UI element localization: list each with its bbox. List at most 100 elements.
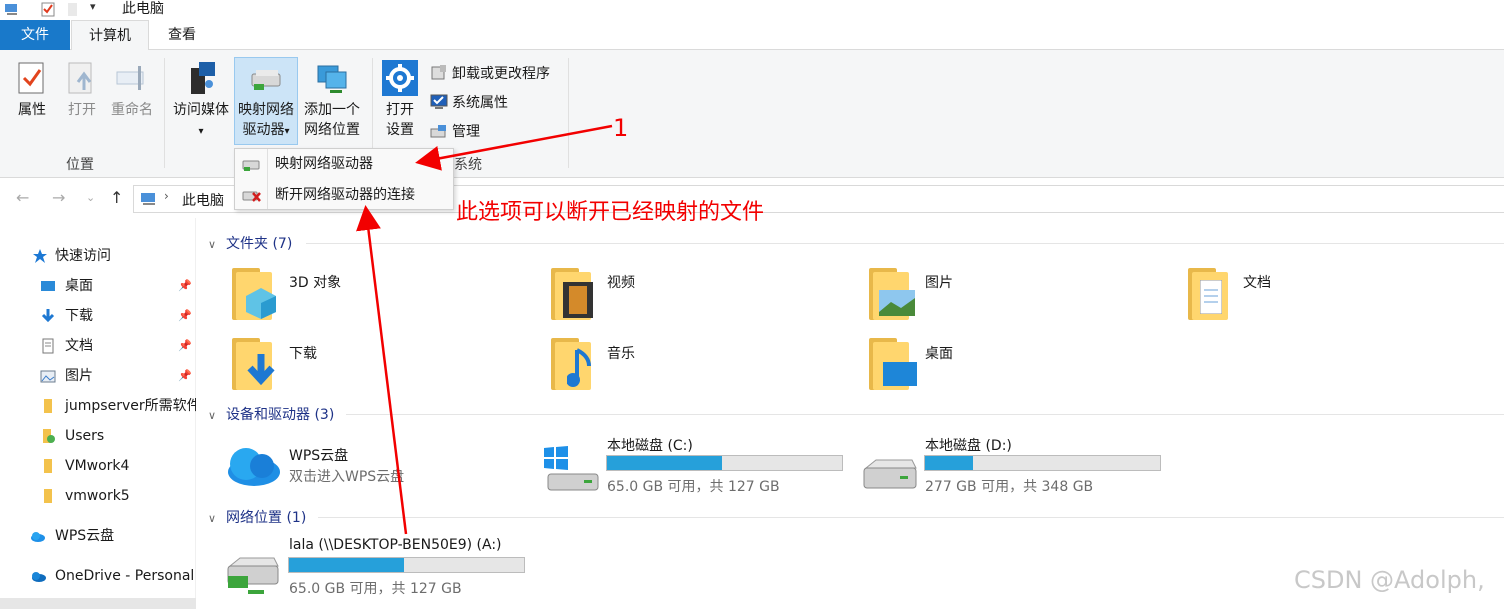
add-location-label-2: 网络位置 <box>304 122 360 138</box>
user-folder-icon <box>43 429 55 443</box>
network-drive-icon <box>251 70 281 90</box>
sidebar-item-onedrive[interactable]: OneDrive - Personal <box>30 565 196 587</box>
rename-button[interactable]: 重命名 <box>106 60 158 120</box>
back-arrow-icon[interactable]: ← <box>16 188 29 207</box>
wps-cloud-icon <box>228 448 280 486</box>
up-arrow-icon[interactable]: ↑ <box>110 188 123 207</box>
properties-check-icon[interactable] <box>40 1 56 17</box>
folder-icon <box>44 399 52 413</box>
folder-label: 3D 对象 <box>289 275 342 291</box>
desktop-icon <box>41 281 55 291</box>
watermark: CSDN @Adolph, <box>1294 566 1485 594</box>
system-properties-icon <box>430 94 448 109</box>
open-button[interactable]: 打开 <box>62 60 102 120</box>
ribbon-divider <box>164 58 165 168</box>
sidebar-item-downloads[interactable]: 下载 📌 <box>40 305 196 327</box>
drive-capacity-text: 65.0 GB 可用，共 127 GB <box>607 479 780 495</box>
computer-icon[interactable] <box>4 1 20 17</box>
open-settings-button[interactable]: 打开 设置 <box>378 60 422 140</box>
map-drive-label-1: 映射网络 <box>238 102 294 118</box>
new-folder-icon[interactable] <box>66 1 82 17</box>
open-settings-label-1: 打开 <box>386 102 414 118</box>
drive-capacity-text: 65.0 GB 可用，共 127 GB <box>289 581 462 597</box>
section-divider <box>318 517 1504 518</box>
system-properties-button[interactable]: 系统属性 <box>430 93 508 113</box>
sidebar-item-label: vmwork5 <box>65 488 130 504</box>
local-drive-icon <box>863 459 917 489</box>
sidebar-item-pictures[interactable]: 图片 📌 <box>40 365 196 387</box>
section-header-label: 设备和驱动器 (3) <box>226 407 335 423</box>
breadcrumb-this-pc[interactable]: 此电脑 <box>182 190 224 210</box>
breadcrumb-chevron-icon[interactable]: › <box>164 189 169 203</box>
add-network-location-button[interactable]: 添加一个 网络位置 <box>300 60 364 140</box>
tab-view[interactable]: 查看 <box>152 20 212 50</box>
manage-label: 管理 <box>452 124 480 140</box>
folder-label: 文档 <box>1243 275 1271 291</box>
section-divider <box>306 243 1504 244</box>
sidebar-item-vmwork4[interactable]: VMwork4 <box>40 455 196 477</box>
drive-usage-bar <box>924 455 1161 471</box>
menu-item-map-drive[interactable]: 映射网络驱动器 <box>235 149 453 179</box>
properties-label: 属性 <box>18 102 46 118</box>
menu-item-disconnect-drive[interactable]: 断开网络驱动器的连接 <box>235 180 453 210</box>
music-folder-icon <box>551 338 591 390</box>
pin-icon[interactable]: 📌 <box>178 365 192 387</box>
quick-access-toolbar-dropdown-icon[interactable]: ▾ <box>90 0 96 13</box>
menu-item-map-drive-label: 映射网络驱动器 <box>275 156 373 172</box>
open-icon <box>68 62 92 94</box>
pin-icon[interactable]: 📌 <box>178 305 192 327</box>
sidebar-item-jumpserver[interactable]: jumpserver所需软件 <box>40 395 196 417</box>
sidebar-item-label: 快速访问 <box>55 248 111 264</box>
network-location-icon <box>317 65 347 93</box>
sidebar-horizontal-scrollbar[interactable] <box>0 598 196 609</box>
recent-locations-chevron-icon[interactable]: ⌄ <box>86 191 95 204</box>
section-header-devices[interactable]: ∨ 设备和驱动器 (3) <box>208 404 334 424</box>
tab-file[interactable]: 文件 <box>0 20 70 50</box>
folder-label: 桌面 <box>925 346 953 362</box>
manage-button[interactable]: 管理 <box>430 122 480 142</box>
collapse-chevron-icon: ∨ <box>208 409 217 422</box>
network-drive-icon <box>242 160 260 171</box>
tab-computer[interactable]: 计算机 <box>71 20 149 51</box>
manage-icon <box>430 125 446 138</box>
collapse-chevron-icon: ∨ <box>208 512 217 525</box>
drive-usage-fill <box>925 456 973 470</box>
device-subtitle: 双击进入WPS云盘 <box>289 469 405 485</box>
folder-label: 图片 <box>925 275 953 291</box>
sidebar-item-quick-access[interactable]: 快速访问 <box>32 245 196 267</box>
annotation-number: 1 <box>613 114 629 142</box>
access-media-dropdown-icon: ▾ <box>198 126 204 137</box>
sidebar-item-documents[interactable]: 文档 📌 <box>40 335 196 357</box>
device-name: WPS云盘 <box>289 448 349 464</box>
properties-button[interactable]: 属性 <box>12 60 52 120</box>
sidebar-item-wps-cloud[interactable]: WPS云盘 <box>30 525 196 547</box>
add-location-label-1: 添加一个 <box>304 102 360 118</box>
sidebar-item-users[interactable]: Users <box>40 425 196 447</box>
sidebar-item-label: WPS云盘 <box>55 528 115 544</box>
sidebar-item-vmwork5[interactable]: vmwork5 <box>40 485 196 507</box>
sidebar-item-desktop[interactable]: 桌面 📌 <box>40 275 196 297</box>
section-header-network[interactable]: ∨ 网络位置 (1) <box>208 507 306 527</box>
disconnect-drive-icon <box>242 191 261 202</box>
access-media-button[interactable]: 访问媒体 ▾ <box>170 60 232 142</box>
ribbon: 属性 打开 重命名 位置 访问媒体 ▾ 映射网络 驱动器▾ 添加一个 网络位置 … <box>0 50 1504 178</box>
folder-label: 下载 <box>289 346 317 362</box>
window-title: 此电脑 <box>122 1 164 17</box>
download-icon <box>41 309 55 323</box>
pin-icon[interactable]: 📌 <box>178 335 192 357</box>
uninstall-program-button[interactable]: 卸载或更改程序 <box>430 64 550 84</box>
location-group-label: 位置 <box>66 157 94 173</box>
folder-icon <box>44 489 52 503</box>
drive-name: 本地磁盘 (C:) <box>607 438 693 454</box>
pin-icon[interactable]: 📌 <box>178 275 192 297</box>
menu-item-disconnect-drive-label: 断开网络驱动器的连接 <box>275 187 415 203</box>
drive-name: 本地磁盘 (D:) <box>925 438 1012 454</box>
forward-arrow-icon[interactable]: → <box>52 188 65 207</box>
sidebar-item-label: Users <box>65 428 105 444</box>
map-network-drive-button[interactable]: 映射网络 驱动器▾ <box>234 60 298 142</box>
system-drive-icon <box>544 446 599 491</box>
access-media-label: 访问媒体 <box>173 102 229 118</box>
network-drive-name: lala (\\DESKTOP-BEN50E9) (A:) <box>289 537 502 553</box>
system-properties-label: 系统属性 <box>452 95 508 111</box>
section-header-folders[interactable]: ∨ 文件夹 (7) <box>208 233 292 253</box>
